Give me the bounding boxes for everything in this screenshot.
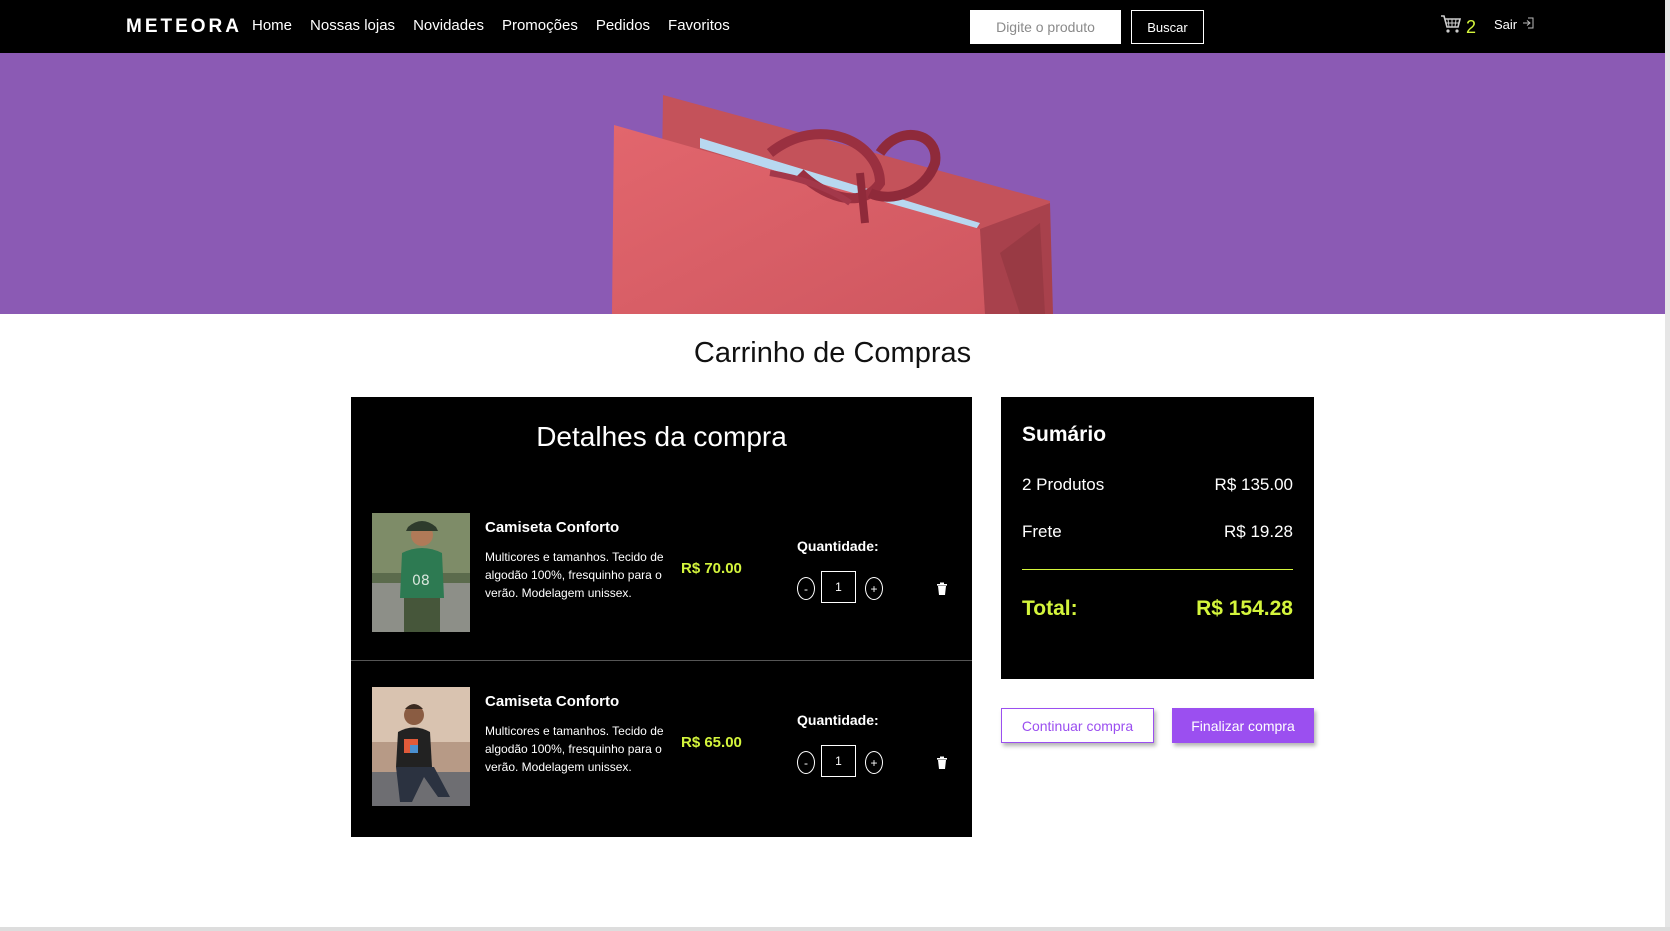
summary-total-value: R$ 154.28 [1196,597,1293,620]
nav-link-promotions[interactable]: Promoções [502,16,578,36]
quantity-increase-button[interactable]: + [865,577,883,600]
quantity-label: Quantidade: [797,712,879,728]
summary-products-row: 2 Produtos R$ 135.00 [1022,475,1293,495]
hero-banner [0,53,1665,314]
summary-shipping-label: Frete [1022,522,1062,541]
page-title: Carrinho de Compras [693,337,972,369]
quantity-input[interactable] [821,745,856,777]
summary-shipping-row: Frete R$ 19.28 [1022,522,1293,542]
nav-link-stores[interactable]: Nossas lojas [310,16,395,36]
cart-count-badge: 2 [1466,16,1477,37]
main-nav: Home Nossas lojas Novidades Promoções Pe… [252,16,730,36]
summary-total-row: Total: R$ 154.28 [1022,597,1293,621]
product-description: Multicores e tamanhos. Tecido de algodão… [485,550,664,600]
summary-title: Sumário [1022,423,1107,446]
window-scrollbar[interactable] [1665,0,1670,931]
quantity-decrease-button[interactable]: - [797,751,815,774]
window-bottom-edge [0,927,1670,931]
product-image [372,687,470,806]
nav-link-news[interactable]: Novidades [413,16,484,36]
search-input[interactable] [970,10,1121,44]
order-summary-panel: Sumário 2 Produtos R$ 135.00 Frete R$ 19… [1001,397,1314,679]
nav-link-orders[interactable]: Pedidos [596,16,650,36]
cart-item: 08 Camiseta Conforto Multicores e tamanh… [351,497,972,647]
logout-label: Sair [1494,17,1518,32]
shopping-cart-icon [1440,14,1462,39]
summary-products-label: 2 Produtos [1022,475,1105,494]
trash-icon[interactable] [936,582,948,596]
summary-total-label: Total: [1022,597,1078,620]
purchase-details-panel: Detalhes da compra 08 Camiseta Conforto … [351,397,972,837]
quantity-input[interactable] [821,571,856,603]
product-name: Camiseta Conforto [485,693,620,710]
nav-link-favorites[interactable]: Favoritos [668,16,730,36]
brand-logo[interactable]: METEORA [126,17,242,37]
details-title: Detalhes da compra [536,421,787,452]
continue-shopping-button[interactable]: Continuar compra [1001,708,1154,743]
nav-link-home[interactable]: Home [252,16,292,36]
shopping-bag-illustration [612,95,1053,314]
quantity-label: Quantidade: [797,538,879,554]
trash-icon[interactable] [936,756,948,770]
top-navbar: METEORA Home Nossas lojas Novidades Prom… [0,0,1670,53]
product-image: 08 [372,513,470,632]
svg-text:08: 08 [412,573,430,589]
summary-shipping-value: R$ 19.28 [1224,522,1293,541]
cart-item: Camiseta Conforto Multicores e tamanhos.… [351,660,972,810]
finish-purchase-button[interactable]: Finalizar compra [1172,708,1314,743]
product-description: Multicores e tamanhos. Tecido de algodão… [485,724,664,774]
quantity-decrease-button[interactable]: - [797,577,815,600]
logout-button[interactable]: Sair [1494,17,1534,32]
cart-button[interactable]: 2 [1440,14,1476,39]
logout-icon [1522,17,1534,32]
summary-products-value: R$ 135.00 [1214,475,1293,494]
summary-divider [1022,569,1293,570]
quantity-increase-button[interactable]: + [865,751,883,774]
product-price: R$ 70.00 [681,560,742,577]
product-price: R$ 65.00 [681,734,742,751]
search-button[interactable]: Buscar [1131,10,1204,44]
product-name: Camiseta Conforto [485,519,620,536]
